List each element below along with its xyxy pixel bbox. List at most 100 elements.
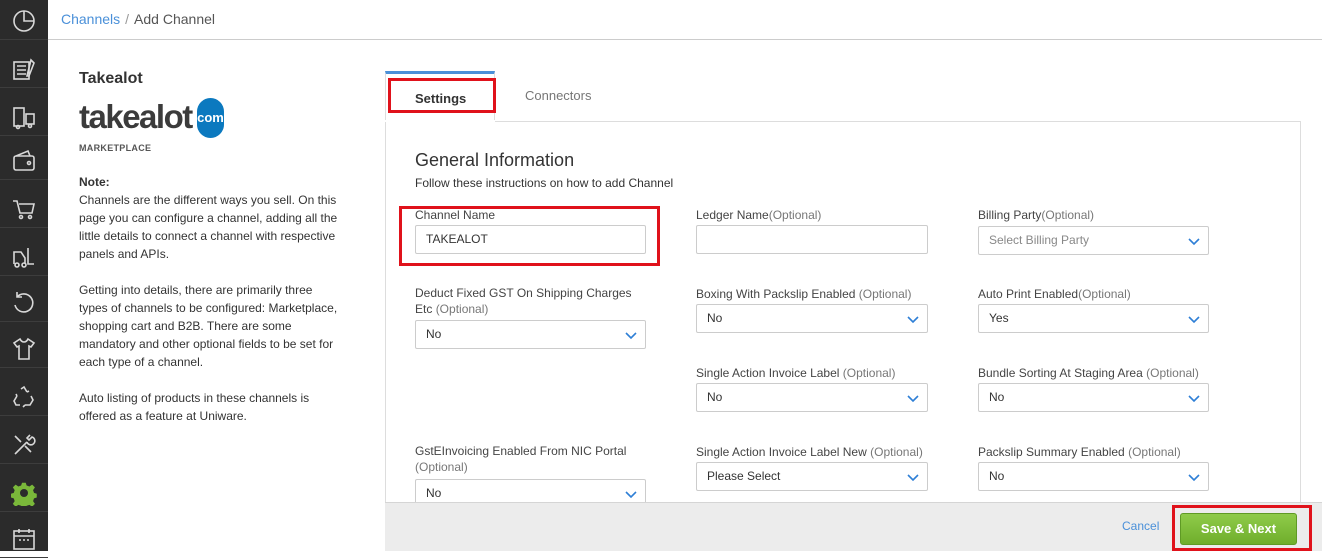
save-button-highlight	[1172, 505, 1312, 551]
ledger-name-label: Ledger Name(Optional)	[696, 207, 821, 223]
optional-tag: (Optional)	[858, 287, 912, 301]
sidebar-item-settings[interactable]	[0, 474, 48, 512]
header-divider	[48, 39, 1322, 40]
shirt-icon	[12, 337, 36, 360]
sidebar-item-products[interactable]	[0, 330, 48, 368]
orders-icon	[13, 57, 35, 80]
logo-wordmark: takealot	[79, 98, 193, 135]
ledger-name-input[interactable]	[696, 225, 928, 254]
deduct-gst-value: No	[426, 327, 442, 341]
sidebar-item-recycle[interactable]	[0, 378, 48, 416]
recycle-icon	[13, 385, 34, 408]
billing-party-select[interactable]: Select Billing Party	[978, 226, 1209, 255]
boxing-packslip-label: Boxing With Packslip Enabled (Optional)	[696, 286, 911, 302]
packslip-summary-label: Packslip Summary Enabled (Optional)	[978, 444, 1181, 460]
deduct-gst-select[interactable]: No	[415, 320, 646, 349]
note-paragraph: Getting into details, there are primaril…	[79, 283, 338, 369]
boxing-packslip-select[interactable]: No	[696, 304, 928, 333]
chevron-down-icon	[907, 395, 919, 403]
breadcrumb-separator: /	[125, 11, 130, 27]
chevron-down-icon	[1188, 316, 1200, 324]
auto-print-label-text: Auto Print Enabled	[978, 287, 1079, 301]
optional-tag: (Optional)	[435, 302, 489, 316]
sidebar-item-wallet[interactable]	[0, 142, 48, 180]
optional-tag: (Optional)	[1041, 208, 1095, 222]
packslip-summary-select[interactable]: No	[978, 462, 1209, 491]
sidebar-item-shipping[interactable]	[0, 98, 48, 136]
note-paragraph: Channels are the different ways you sell…	[79, 193, 338, 261]
settings-icon	[11, 482, 37, 506]
single-action-label-value: No	[707, 390, 723, 404]
breadcrumb-channels-link[interactable]: Channels	[61, 11, 120, 27]
single-action-label-new-value: Please Select	[707, 469, 781, 483]
cart-icon	[13, 199, 35, 219]
billing-party-label: Billing Party(Optional)	[978, 207, 1094, 223]
optional-tag: (Optional)	[1078, 287, 1131, 301]
bundle-sorting-value: No	[989, 390, 1005, 404]
tab-join	[385, 120, 495, 122]
single-action-label-new-text: Single Action Invoice Label New	[696, 445, 867, 459]
optional-tag: (Optional)	[842, 366, 896, 380]
channel-name-highlight	[399, 206, 660, 266]
cancel-button[interactable]: Cancel	[1122, 519, 1159, 533]
gst-einvoicing-label: GstEInvoicing Enabled From NIC Portal (O…	[415, 443, 650, 475]
billing-party-placeholder: Select Billing Party	[989, 233, 1090, 247]
settings-tab-highlight	[388, 78, 496, 113]
boxing-packslip-label-text: Boxing With Packslip Enabled	[696, 287, 856, 301]
calendar-icon	[13, 528, 35, 550]
tools-icon	[14, 433, 36, 455]
logo-com-badge: com	[197, 98, 224, 138]
bundle-sorting-label-text: Bundle Sorting At Staging Area	[978, 366, 1143, 380]
billing-party-label-text: Billing Party	[978, 208, 1042, 222]
sidebar-item-dashboard[interactable]	[0, 2, 48, 40]
optional-tag: (Optional)	[415, 460, 468, 474]
sidebar-item-orders[interactable]	[0, 50, 48, 88]
channel-type: MARKETPLACE	[79, 143, 152, 153]
chevron-down-icon	[1188, 238, 1200, 246]
chevron-down-icon	[625, 491, 637, 499]
gst-einvoicing-label-text: GstEInvoicing Enabled From NIC Portal	[415, 444, 627, 458]
auto-print-label: Auto Print Enabled(Optional)	[978, 286, 1131, 302]
sidebar-item-cart[interactable]	[0, 190, 48, 228]
optional-tag: (Optional)	[1128, 445, 1181, 459]
sidebar-item-returns[interactable]	[0, 284, 48, 322]
sidebar	[0, 0, 48, 558]
note-label: Note:	[79, 175, 110, 189]
wallet-icon	[13, 149, 35, 171]
gst-einvoicing-value: No	[426, 486, 442, 500]
bundle-sorting-select[interactable]: No	[978, 383, 1209, 412]
forklift-icon	[13, 247, 34, 268]
chevron-down-icon	[907, 316, 919, 324]
note-paragraph: Auto listing of products in these channe…	[79, 391, 310, 423]
tab-connectors[interactable]: Connectors	[525, 88, 591, 103]
section-title: General Information	[415, 150, 575, 170]
breadcrumb: Channels / Add Channel	[61, 11, 215, 27]
optional-tag: (Optional)	[1146, 366, 1199, 380]
sidebar-item-calendar[interactable]	[0, 520, 48, 558]
chevron-down-icon	[1188, 474, 1200, 482]
single-action-label-select[interactable]: No	[696, 383, 928, 412]
packslip-summary-label-text: Packslip Summary Enabled	[978, 445, 1125, 459]
section-subtitle: Follow these instructions on how to add …	[415, 176, 674, 190]
sidebar-item-tools[interactable]	[0, 426, 48, 464]
takealot-logo: takealot com	[79, 97, 229, 139]
returns-icon	[14, 291, 34, 313]
optional-tag: (Optional)	[768, 208, 822, 222]
bundle-sorting-label: Bundle Sorting At Staging Area (Optional…	[978, 365, 1199, 381]
ledger-name-label-text: Ledger Name	[696, 208, 769, 222]
auto-print-value: Yes	[989, 311, 1009, 325]
shipping-icon	[13, 106, 35, 129]
single-action-label-new-select[interactable]: Please Select	[696, 462, 928, 491]
auto-print-select[interactable]: Yes	[978, 304, 1209, 333]
boxing-packslip-value: No	[707, 311, 723, 325]
single-action-label-text: Single Action Invoice Label	[696, 366, 840, 380]
breadcrumb-current: Add Channel	[134, 11, 215, 27]
packslip-summary-value: No	[989, 469, 1005, 483]
dashboard-icon	[13, 9, 35, 32]
sidebar-item-inventory[interactable]	[0, 238, 48, 276]
chevron-down-icon	[1188, 395, 1200, 403]
single-action-label-label: Single Action Invoice Label (Optional)	[696, 365, 895, 381]
chevron-down-icon	[625, 332, 637, 340]
channel-title: Takealot	[79, 70, 143, 87]
optional-tag: (Optional)	[870, 445, 923, 459]
